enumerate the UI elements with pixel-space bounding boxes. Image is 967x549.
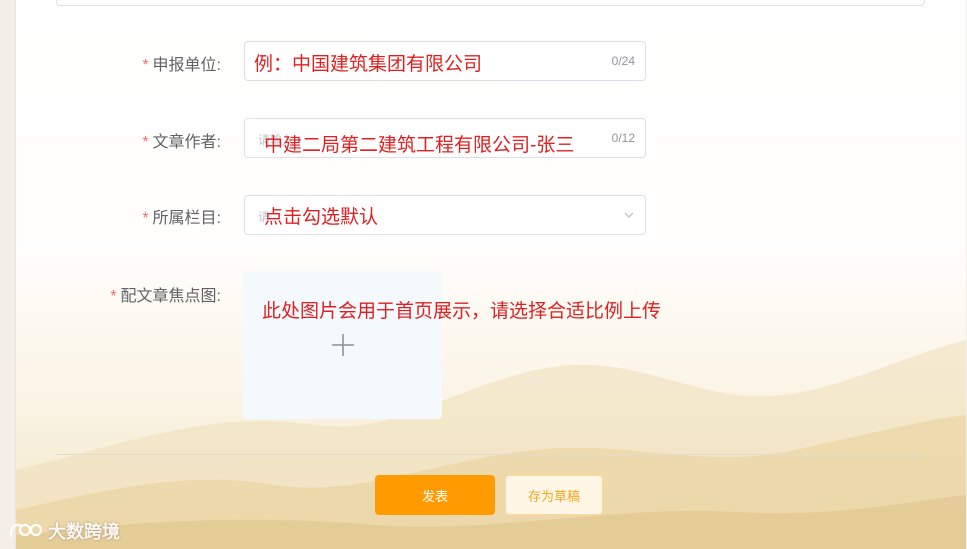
author-char-counter: 0/12 <box>611 131 635 145</box>
required-mark: * <box>142 134 149 151</box>
previous-field-edge <box>56 0 925 6</box>
cover-label-text: 配文章焦点图: <box>120 288 221 305</box>
divider <box>56 454 923 455</box>
unit-example-text: 例：中国建筑集团有限公司 <box>254 54 483 75</box>
column-label: * 所属栏目: <box>142 204 221 228</box>
watermark-text: 大数跨境 <box>48 522 120 542</box>
unit-label-text: 申报单位: <box>152 57 221 74</box>
column-example-text: 点击勾选默认 <box>264 207 379 228</box>
save-draft-button[interactable]: 存为草稿 <box>505 475 603 515</box>
cover-note-text: 此处图片会用于首页展示，请选择合适比例上传 <box>262 301 662 322</box>
column-label-text: 所属栏目: <box>152 210 221 227</box>
plus-icon <box>332 334 354 356</box>
watermark: 大数跨境 <box>8 518 120 544</box>
cover-label: * 配文章焦点图: <box>110 282 221 306</box>
required-mark: * <box>110 288 117 305</box>
author-example-text: 中建二局第二建筑工程有限公司-张三 <box>264 135 575 156</box>
unit-label: * 申报单位: <box>142 51 221 75</box>
unit-char-counter: 0/24 <box>611 54 635 68</box>
required-mark: * <box>142 57 149 74</box>
author-label: * 文章作者: <box>142 128 221 152</box>
author-label-text: 文章作者: <box>152 134 221 151</box>
chevron-down-icon <box>624 212 634 218</box>
form-panel <box>15 0 966 549</box>
publish-button[interactable]: 发表 <box>375 475 495 515</box>
required-mark: * <box>142 210 149 227</box>
watermark-logo-icon <box>9 523 43 538</box>
